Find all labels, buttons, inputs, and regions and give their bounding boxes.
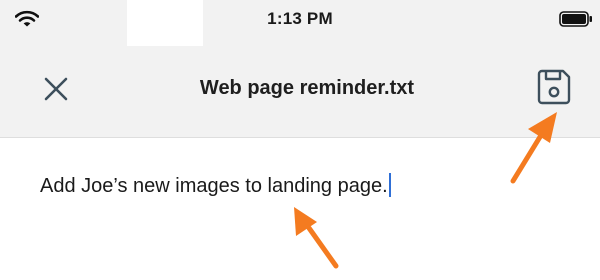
save-button[interactable]	[533, 66, 575, 108]
battery-full-icon	[559, 11, 592, 27]
close-button[interactable]	[38, 71, 74, 107]
status-time: 1:13 PM	[267, 9, 333, 28]
editor-text: Add Joe’s new images to landing page.	[40, 175, 388, 197]
save-icon	[537, 69, 571, 105]
close-icon	[44, 77, 68, 101]
text-editor[interactable]	[0, 138, 600, 280]
editor-content[interactable]: Add Joe’s new images to landing page.	[40, 173, 391, 199]
text-cursor	[388, 173, 391, 197]
file-title: Web page reminder.txt	[199, 77, 415, 99]
